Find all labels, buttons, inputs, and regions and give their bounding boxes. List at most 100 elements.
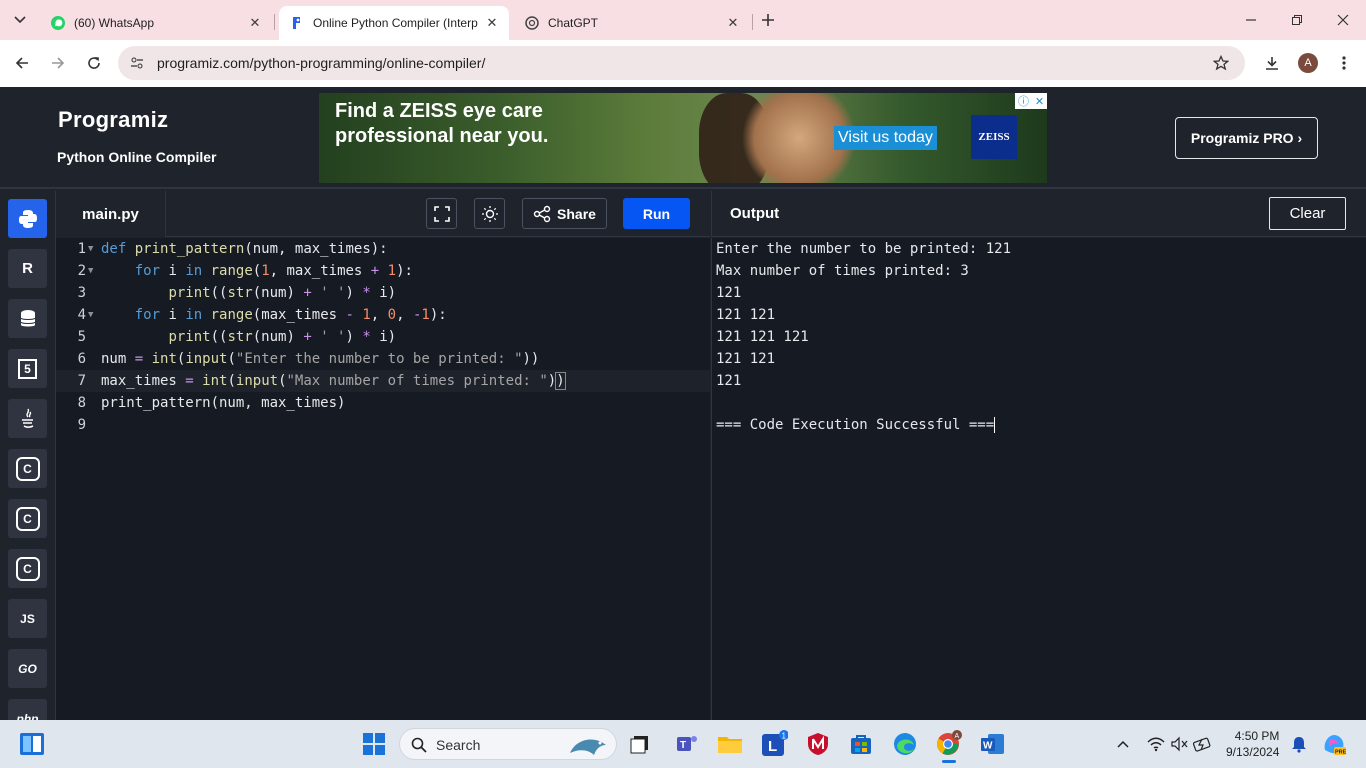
ad-cta-button[interactable]: Visit us today [834,126,937,150]
copilot-button[interactable]: PRE [1318,728,1350,760]
output-line-status: === Code Execution Successful === [716,417,996,433]
close-tab-icon[interactable]: ✕ [724,14,742,32]
word-button[interactable]: W [977,728,1009,760]
close-window-button[interactable] [1329,8,1357,32]
tab-whatsapp[interactable]: (60) WhatsApp ✕ [40,6,272,40]
fullscreen-icon [433,205,450,222]
info-icon[interactable]: ⓘ [1018,93,1029,109]
microsoft-store-button[interactable] [845,728,877,760]
close-icon[interactable]: ✕ [1035,95,1044,108]
widgets-button[interactable] [16,728,48,760]
restore-icon [1292,15,1302,25]
clear-button[interactable]: Clear [1269,197,1346,230]
tab-online-python-compiler[interactable]: Online Python Compiler (Interp ✕ [279,6,509,40]
sidebar-item-java[interactable] [8,399,47,438]
reload-icon [88,57,100,69]
output-line: 121 121 [716,351,776,367]
back-button[interactable] [9,50,35,76]
language-sidebar: R 5 C C C JS GO php [0,191,56,720]
sidebar-item-sql[interactable] [8,299,47,338]
programiz-icon [289,15,305,31]
file-explorer-button[interactable] [714,728,746,760]
url-text[interactable]: programiz.com/python-programming/online-… [157,55,485,71]
chevron-down-icon [14,16,26,24]
tab-search-dropdown-button[interactable] [9,10,31,30]
r-icon: R [22,260,33,277]
task-view-button[interactable] [624,728,656,760]
output-line: Enter the number to be printed: 121 [716,241,1012,257]
code-line: 3 print((str(num) + ' ') * i) [77,285,397,301]
advertisement-banner[interactable]: Find a ZEISS eye care professional near … [319,93,1047,183]
sidebar-item-cpp[interactable]: C [8,499,47,538]
mcafee-button[interactable] [802,728,834,760]
close-tab-icon[interactable]: ✕ [483,14,501,32]
code-line: 6 num = int(input("Enter the number to b… [77,351,540,367]
close-icon [1337,14,1349,26]
plus-icon [762,14,774,26]
teams-button[interactable]: T [671,728,703,760]
code-editor[interactable]: 1 ▼ def print_pattern(num, max_times): 2 ▼… [56,238,710,720]
run-button[interactable]: Run [623,198,690,229]
sidebar-item-c[interactable]: C [8,449,47,488]
profile-avatar[interactable]: A [1298,53,1318,73]
volume-muted-icon [1171,736,1188,752]
share-button[interactable]: Share [522,198,607,229]
ad-choices-close[interactable]: ⓘ ✕ [1015,93,1047,109]
notifications-button[interactable] [1283,728,1315,760]
file-tab-main-py[interactable]: main.py [56,191,166,237]
reload-button[interactable] [81,50,107,76]
close-tab-icon[interactable]: ✕ [246,14,264,32]
chrome-button[interactable]: A [933,728,965,763]
svg-text:T: T [680,740,686,751]
sidebar-item-html[interactable]: 5 [8,349,47,388]
sidebar-item-php[interactable]: php [8,699,47,720]
fullscreen-button[interactable] [426,198,457,229]
tab-title: ChatGPT [548,16,599,30]
new-tab-button[interactable] [756,9,780,31]
forward-button[interactable] [45,50,71,76]
svg-text:A: A [955,733,960,740]
php-icon: php [16,711,39,721]
tab-chatgpt[interactable]: ChatGPT ✕ [514,6,750,40]
chrome-icon: A [937,730,962,755]
active-app-indicator [942,760,956,763]
sidebar-item-r[interactable]: R [8,249,47,288]
programiz-logo[interactable]: Programiz [58,107,168,133]
restore-window-button[interactable] [1283,8,1311,32]
output-console[interactable]: Enter the number to be printed: 121 Max … [711,238,1366,720]
download-icon [1266,57,1278,70]
app-l-button[interactable]: L1 [758,728,790,760]
chevron-up-icon [1117,740,1129,748]
c-icon: C [15,456,40,481]
windows-logo-icon [363,733,385,755]
sidebar-item-python[interactable] [8,199,47,238]
zeiss-logo: ZEISS [971,115,1017,159]
browser-menu-button[interactable] [1331,50,1357,76]
code-line: 1 ▼ def print_pattern(num, max_times): [56,238,710,260]
database-icon [20,309,35,326]
bookmark-star-icon[interactable] [1212,54,1230,72]
fold-arrow-icon: ▼ [88,310,94,320]
programiz-pro-button[interactable]: Programiz PRO › [1175,117,1318,159]
start-button[interactable] [358,728,390,760]
battery-status[interactable] [1187,728,1219,760]
show-hidden-icons-button[interactable] [1107,728,1139,760]
site-info-icon[interactable] [128,54,146,72]
sidebar-item-csharp[interactable]: C [8,549,47,588]
downloads-button[interactable] [1259,50,1285,76]
system-clock[interactable]: 4:50 PM 9/13/2024 [1226,728,1279,760]
minimize-window-button[interactable] [1237,8,1265,32]
folder-icon [718,737,742,753]
sidebar-item-javascript[interactable]: JS [8,599,47,638]
sidebar-item-go[interactable]: GO [8,649,47,688]
share-icon [533,205,551,222]
address-bar[interactable]: programiz.com/python-programming/online-… [118,46,1245,80]
output-line: 121 [716,285,742,301]
edge-button[interactable] [889,728,921,760]
battery-charging-icon [1193,737,1211,752]
java-icon [21,408,33,428]
theme-toggle-button[interactable] [474,198,505,229]
taskbar-search-box[interactable]: Search [399,728,617,760]
js-icon: JS [20,611,35,626]
copilot-icon: PRE [1324,735,1347,756]
